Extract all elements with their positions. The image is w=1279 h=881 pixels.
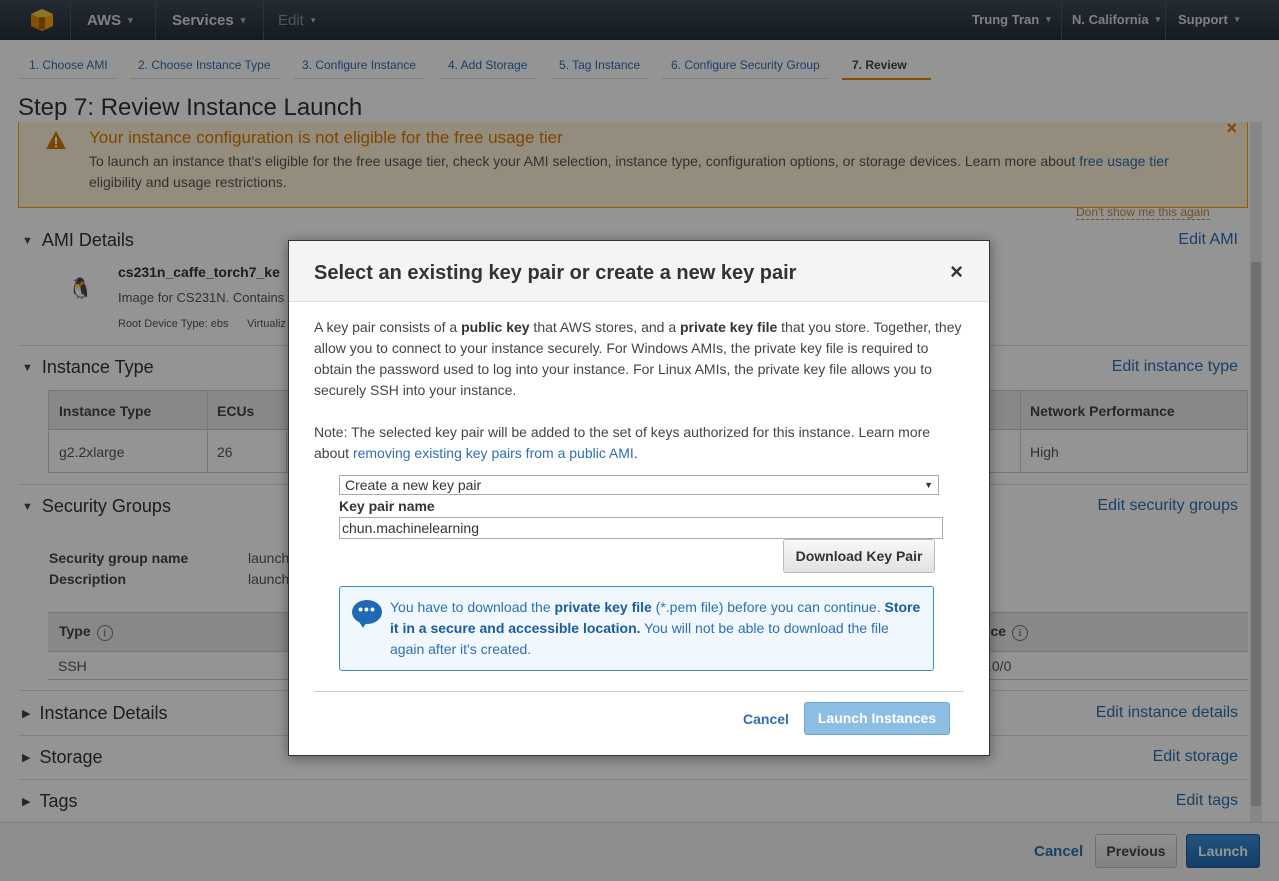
key-pair-name-label: Key pair name <box>339 498 435 514</box>
download-key-pair-button[interactable]: Download Key Pair <box>783 539 935 573</box>
launch-instances-button[interactable]: Launch Instances <box>804 702 950 735</box>
key-pair-explanation: A key pair consists of a public key that… <box>314 319 962 398</box>
speech-bubble-icon: ••• <box>352 600 382 628</box>
modal-divider <box>314 691 964 692</box>
key-pair-note: Note: The selected key pair will be adde… <box>314 424 931 461</box>
dropdown-arrow-icon: ▼ <box>924 480 933 490</box>
removing-key-pairs-link[interactable]: removing existing key pairs from a publi… <box>353 445 634 461</box>
download-info-box: ••• You have to download the private key… <box>339 586 934 671</box>
modal-title: Select an existing key pair or create a … <box>314 262 797 284</box>
download-info-text: You have to download the private key fil… <box>390 599 921 657</box>
close-icon[interactable]: × <box>950 261 963 283</box>
modal-header: Select an existing key pair or create a … <box>289 241 989 302</box>
key-pair-modal: Select an existing key pair or create a … <box>288 240 990 756</box>
key-pair-name-input[interactable]: chun.machinelearning <box>339 517 943 539</box>
key-pair-option-select[interactable]: Create a new key pair ▼ <box>339 475 939 495</box>
modal-cancel-button[interactable]: Cancel <box>743 711 789 727</box>
